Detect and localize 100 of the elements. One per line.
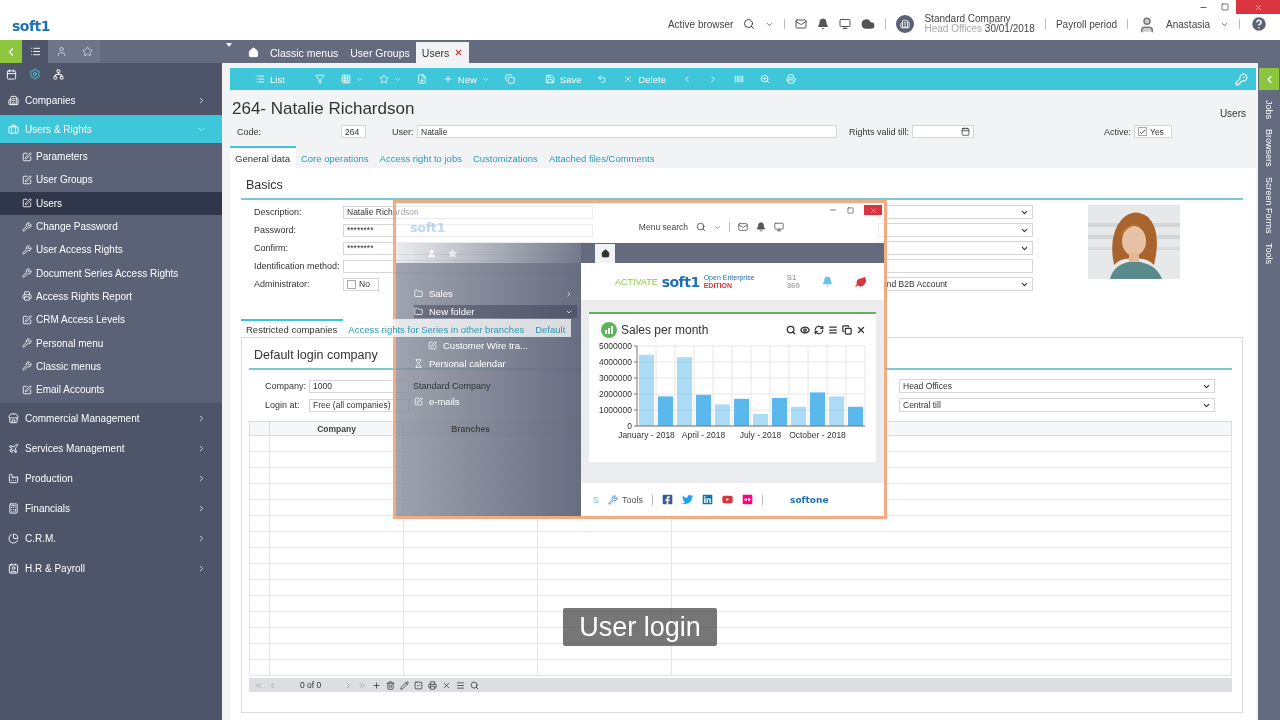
date-field[interactable] bbox=[912, 125, 974, 138]
tab[interactable]: Attached files/Comments bbox=[543, 146, 661, 168]
user-field[interactable]: Natalie bbox=[417, 125, 837, 138]
mail-icon[interactable] bbox=[795, 18, 808, 30]
field-label: Identification method: bbox=[254, 261, 341, 271]
sidebar-item[interactable]: Classic menus bbox=[0, 354, 222, 378]
plane-icon bbox=[8, 442, 19, 454]
delete-row-icon[interactable] bbox=[386, 680, 396, 690]
dropdown[interactable]: Head Offices bbox=[899, 379, 1215, 393]
monitor-icon[interactable] bbox=[774, 222, 784, 232]
bell-icon[interactable] bbox=[756, 222, 766, 232]
network-icon[interactable] bbox=[53, 68, 64, 80]
tab[interactable]: User Groups bbox=[344, 43, 416, 63]
chart-bar bbox=[810, 392, 825, 426]
user-tab[interactable] bbox=[48, 40, 74, 63]
administrator-checkbox[interactable]: No bbox=[343, 277, 379, 291]
chevron-right-icon bbox=[197, 413, 206, 423]
flickr-icon[interactable] bbox=[742, 494, 754, 505]
sidebar-item[interactable]: Personal menu bbox=[0, 331, 222, 355]
facebook-icon[interactable] bbox=[662, 494, 674, 505]
menu-item[interactable]: Personal calendar bbox=[414, 357, 563, 370]
close-button[interactable] bbox=[864, 205, 882, 215]
leaf-icon[interactable] bbox=[855, 275, 867, 288]
sidebar-item[interactable]: User Groups bbox=[0, 168, 222, 192]
sidebar-section[interactable]: Commercial Management bbox=[0, 403, 222, 434]
printer-icon[interactable] bbox=[428, 680, 438, 690]
active-checkbox[interactable]: Yes bbox=[1134, 125, 1172, 138]
edit-icon[interactable] bbox=[400, 680, 410, 690]
payroll-period-link[interactable]: Payroll period bbox=[1055, 18, 1118, 30]
side-panel-tab[interactable]: Jobs bbox=[1264, 100, 1274, 119]
search-icon[interactable] bbox=[743, 18, 756, 30]
tab[interactable]: Classic menus bbox=[264, 43, 345, 63]
star-icon bbox=[81, 46, 93, 57]
mail-icon[interactable] bbox=[738, 222, 748, 232]
list-tab[interactable] bbox=[22, 40, 48, 63]
input-field[interactable]: ******** bbox=[343, 241, 593, 255]
search-icon[interactable] bbox=[696, 222, 706, 232]
window-icon[interactable] bbox=[842, 325, 852, 335]
sidebar-item[interactable]: CRM Access Levels bbox=[0, 308, 222, 332]
tools-link[interactable]: Tools bbox=[622, 494, 644, 505]
field-label: Administrator: bbox=[254, 279, 311, 289]
logo: soft1 bbox=[12, 18, 50, 34]
tab[interactable]: Customizations bbox=[467, 146, 544, 168]
youtube-icon[interactable] bbox=[722, 494, 734, 505]
tab[interactable]: Users bbox=[415, 42, 470, 63]
menu-icon[interactable] bbox=[456, 680, 466, 690]
tab[interactable]: General data bbox=[230, 146, 296, 168]
sidebar-item[interactable]: Users bbox=[0, 191, 222, 215]
dropdown[interactable] bbox=[878, 241, 1033, 255]
star-tab[interactable] bbox=[74, 40, 100, 63]
pie-chart-icon bbox=[8, 532, 19, 544]
sidebar-section[interactable]: Production bbox=[0, 463, 222, 494]
sidebar-section[interactable]: Companies bbox=[0, 85, 222, 115]
sidebar-item[interactable]: User Access Rights bbox=[0, 238, 222, 262]
edit-icon bbox=[414, 397, 423, 406]
sidebar-section[interactable]: Financials bbox=[0, 493, 222, 524]
side-panel-tab[interactable]: Tools bbox=[1264, 243, 1274, 265]
add-row-icon[interactable] bbox=[372, 680, 382, 690]
sidebar-item[interactable]: Email Accounts bbox=[0, 377, 222, 402]
s-label: S bbox=[593, 494, 599, 505]
side-panel-tab[interactable]: Screen Forms bbox=[1264, 176, 1274, 234]
briefcase-icon bbox=[8, 123, 19, 135]
tab[interactable]: Core operations bbox=[295, 146, 375, 168]
sidebar-section[interactable]: Services Management bbox=[0, 433, 222, 464]
user-name[interactable]: Anastasia bbox=[1166, 18, 1210, 30]
tab[interactable]: Access right to jobs bbox=[374, 146, 468, 168]
check-icon[interactable] bbox=[414, 680, 424, 690]
sidebar-section[interactable]: C.R.M. bbox=[0, 523, 222, 554]
axis-tick-label: 5000000 bbox=[598, 341, 632, 351]
sidebar-item[interactable]: Parameters bbox=[0, 145, 222, 169]
tab[interactable]: Restricted companies bbox=[241, 319, 344, 337]
refresh-icon[interactable] bbox=[814, 325, 824, 335]
close-icon bbox=[623, 74, 634, 84]
menu-item[interactable]: New folder bbox=[414, 305, 577, 318]
eye-icon[interactable] bbox=[800, 325, 810, 335]
side-panel-tab[interactable]: Browsers bbox=[1264, 129, 1274, 167]
menu-item[interactable]: Customer Wire tra... bbox=[428, 339, 532, 352]
search-icon[interactable] bbox=[786, 325, 796, 335]
sidebar-item[interactable]: Access Rights Report bbox=[0, 284, 222, 309]
sidebar-section[interactable]: H.R & Payroll bbox=[0, 553, 222, 584]
calendar-icon[interactable] bbox=[6, 68, 17, 80]
bell-icon[interactable] bbox=[817, 18, 830, 30]
help-icon[interactable] bbox=[1250, 15, 1268, 33]
sidebar-item[interactable]: Change Password bbox=[0, 214, 222, 239]
linkedin-icon[interactable] bbox=[702, 494, 714, 505]
key-icon[interactable] bbox=[1235, 72, 1248, 86]
close-icon[interactable] bbox=[856, 325, 866, 335]
field-label: Confirm: bbox=[254, 243, 289, 253]
home-tab[interactable] bbox=[595, 244, 615, 263]
twitter-icon[interactable] bbox=[682, 494, 694, 505]
menu-icon[interactable] bbox=[828, 325, 838, 335]
monitor-icon[interactable] bbox=[839, 18, 852, 30]
dropdown[interactable] bbox=[878, 205, 1033, 219]
cloud-icon[interactable] bbox=[861, 17, 876, 31]
settings-icon[interactable] bbox=[29, 68, 41, 80]
maximize-button[interactable] bbox=[847, 206, 854, 214]
sidebar-item[interactable]: Document Series Access Rights bbox=[0, 261, 222, 285]
code-field[interactable]: 264 bbox=[341, 125, 366, 138]
dropdown[interactable]: Central till bbox=[899, 398, 1215, 412]
minimize-button[interactable] bbox=[829, 206, 837, 214]
